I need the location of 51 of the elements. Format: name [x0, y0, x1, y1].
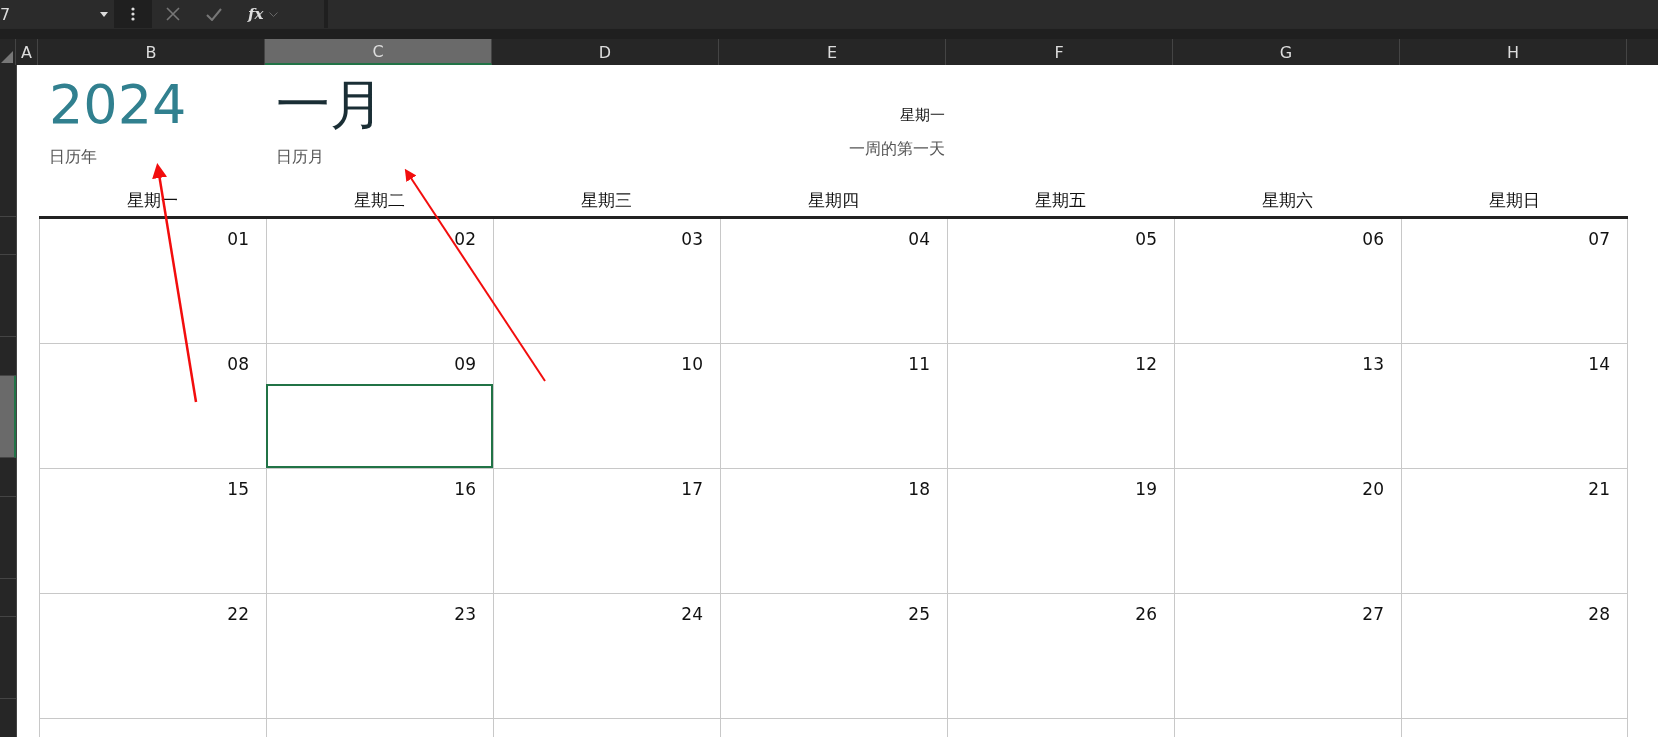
- day-number: 19: [1135, 479, 1157, 499]
- day-number: 14: [1588, 354, 1610, 374]
- day-number: 05: [1135, 229, 1157, 249]
- chevron-icon: [269, 11, 279, 17]
- day-number: 12: [1135, 354, 1157, 374]
- weekday-header: 星期二: [266, 185, 493, 219]
- day-number: 03: [681, 229, 703, 249]
- day-number: 23: [454, 604, 476, 624]
- calendar-year: 2024: [49, 75, 188, 135]
- first-day-label: 一周的第一天: [849, 139, 945, 160]
- day-number: 22: [227, 604, 249, 624]
- weekday-header: 星期日: [1401, 185, 1628, 219]
- selected-cell[interactable]: [266, 384, 493, 468]
- weekday-header: 星期三: [493, 185, 720, 219]
- day-number: 10: [681, 354, 703, 374]
- day-number: 01: [227, 229, 249, 249]
- day-number: 13: [1362, 354, 1384, 374]
- day-number: 18: [908, 479, 930, 499]
- caret-icon: [100, 11, 108, 17]
- first-day-value: 星期一: [900, 105, 945, 125]
- day-number: 04: [908, 229, 930, 249]
- name-box[interactable]: 7: [0, 0, 114, 28]
- day-number: 11: [908, 354, 930, 374]
- year-label: 日历年: [49, 147, 98, 168]
- day-number: 27: [1362, 604, 1384, 624]
- day-number: 08: [227, 354, 249, 374]
- day-number: 25: [908, 604, 930, 624]
- cancel-icon[interactable]: [166, 7, 180, 21]
- day-number: 26: [1135, 604, 1157, 624]
- row-header[interactable]: [0, 375, 16, 458]
- weekday-header: 星期五: [947, 185, 1174, 219]
- more-icon[interactable]: [131, 7, 135, 21]
- weekday-header: 星期六: [1174, 185, 1401, 219]
- column-header[interactable]: C: [265, 39, 492, 65]
- day-number: 20: [1362, 479, 1384, 499]
- calendar-month: 一月: [276, 75, 385, 135]
- day-number: 02: [454, 229, 476, 249]
- day-number: 21: [1588, 479, 1610, 499]
- select-all-icon[interactable]: [1, 51, 13, 63]
- day-number: 17: [681, 479, 703, 499]
- day-number: 06: [1362, 229, 1384, 249]
- day-number: 15: [227, 479, 249, 499]
- month-label: 日历月: [276, 147, 325, 168]
- checkmark-icon[interactable]: [206, 7, 222, 21]
- day-number: 16: [454, 479, 476, 499]
- day-number: 07: [1588, 229, 1610, 249]
- day-number: 24: [681, 604, 703, 624]
- weekday-header: 星期四: [720, 185, 947, 219]
- insert-function-button[interactable]: fx: [248, 5, 264, 23]
- day-number: 28: [1588, 604, 1610, 624]
- day-number: 09: [454, 354, 476, 374]
